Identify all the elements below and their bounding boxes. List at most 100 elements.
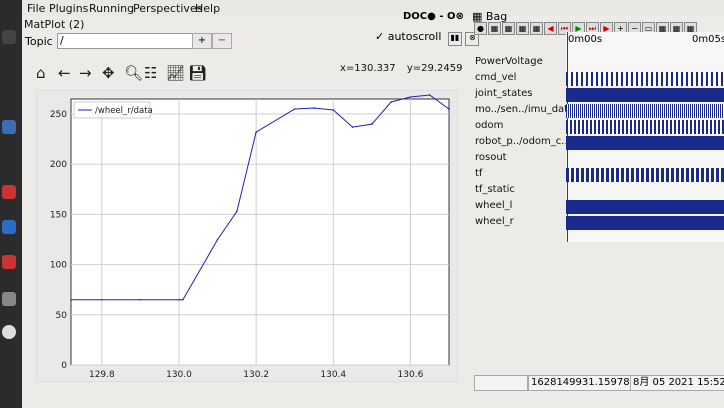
data-point [70, 298, 72, 301]
timeline-end: 0m05s [692, 34, 724, 45]
disc-icon[interactable] [2, 325, 16, 339]
message-row [566, 72, 724, 86]
bag-icon[interactable]: ▦ [488, 22, 501, 35]
coord-y: y=29.2459 [406, 63, 463, 74]
data-point [293, 108, 296, 110]
y-tick-label: 50 [56, 311, 68, 321]
bag-icon[interactable]: ▦ [530, 22, 543, 35]
plot-area[interactable] [70, 98, 450, 366]
y-tick-label: 250 [50, 110, 67, 120]
data-point [351, 126, 354, 128]
data-point [236, 210, 238, 213]
topic-label[interactable]: cmd_vel [475, 72, 516, 83]
message-row [566, 136, 724, 150]
matplot-window-controls[interactable]: DOC● - O⊗ [403, 11, 464, 22]
home-icon[interactable]: ⌂ [36, 64, 46, 82]
app-grid-icon[interactable] [2, 292, 16, 306]
message-row [566, 200, 724, 214]
topic-label[interactable]: wheel_l [475, 200, 512, 211]
data-point [332, 109, 335, 111]
x-tick-label: 130.6 [398, 370, 424, 380]
message-row-rosout [566, 152, 724, 166]
message-row-tf-static [566, 184, 724, 198]
data-point [313, 107, 315, 109]
y-tick-label: 150 [50, 210, 67, 220]
menu-file[interactable]: File [27, 2, 45, 15]
configure-subplots-icon[interactable]: ☷ [144, 64, 157, 82]
save-icon[interactable]: 💾︎ [188, 64, 207, 82]
bag-icon[interactable]: ▦ [502, 22, 515, 35]
step-back-icon[interactable]: ◀ [544, 22, 557, 35]
app-icon[interactable] [2, 30, 16, 44]
legend-label: /wheel_r/data [95, 106, 153, 116]
data-point [178, 298, 180, 301]
remove-topic-button[interactable]: − [212, 33, 232, 49]
data-point [409, 96, 412, 98]
plot-frame: 129.8 130.0 130.2 130.4 130.6 0 50 100 150 200 250… [36, 90, 458, 382]
data-point [182, 298, 184, 301]
topic-label[interactable]: mo../sen../imu_data [475, 104, 574, 115]
matplot-title: MatPlot (2) [24, 18, 85, 31]
date-field: 8月 05 2021 15:52:11. [630, 375, 724, 391]
coord-x: x=130.337 [340, 63, 396, 74]
bag-timeline[interactable]: 0m00s 0m05s [566, 32, 724, 242]
line-chart[interactable]: 129.8 130.0 130.2 130.4 130.6 0 50 100 150 200 250… [37, 91, 457, 381]
message-row [566, 120, 724, 134]
menu-help[interactable]: Help [195, 2, 220, 15]
data-point [371, 123, 373, 125]
x-tick-label: 130.2 [243, 370, 269, 380]
data-point [139, 298, 142, 301]
bag-icon[interactable]: ▦ [516, 22, 529, 35]
bag-status-bar: 1628149931.1597859 8月 05 2021 15:52:11. [474, 375, 724, 391]
data-point [101, 298, 103, 301]
forward-icon[interactable]: → [79, 64, 92, 82]
status-field [474, 375, 528, 391]
data-point [390, 101, 392, 103]
add-topic-button[interactable]: + [192, 33, 212, 49]
autoscroll-toggle[interactable]: ✓ autoscroll ▮▮ ⊗ [375, 30, 480, 46]
topic-label[interactable]: robot_p../odom_c.. [475, 136, 568, 147]
message-row [566, 104, 724, 118]
record-icon[interactable]: ● [474, 22, 487, 35]
app-icon[interactable] [2, 220, 16, 234]
desktop: File Plugins Running Perspectives Help M… [0, 0, 724, 408]
x-tick-label: 130.4 [320, 370, 346, 380]
timeline-start: 0m00s [568, 34, 603, 45]
data-point [448, 108, 450, 110]
cursor-coords: x=130.337 y=29.2459 [340, 63, 463, 74]
menu-plugins[interactable]: Plugins [49, 2, 88, 15]
topic-label[interactable]: odom [475, 120, 503, 131]
bag-panel: ▦ Bag ● ▦ ▦ ▦ ▦ ◀ ⏮ ▶ ⏭ ▶ + − ▭ ▦ ▦ ▦ Po… [472, 10, 724, 408]
app-icon[interactable] [2, 120, 16, 134]
menu-perspectives[interactable]: Perspectives [133, 2, 202, 15]
topic-label[interactable]: rosout [475, 152, 507, 163]
x-tick-label: 129.8 [89, 370, 115, 380]
y-tick-label: 200 [50, 160, 67, 170]
app-icon[interactable] [2, 185, 16, 199]
message-row [566, 216, 724, 230]
zoom-icon[interactable]: 🔍︎ [124, 64, 143, 82]
menu-running[interactable]: Running [89, 2, 134, 15]
pan-icon[interactable]: ✥ [102, 64, 115, 82]
edit-axes-icon[interactable]: 📈︎ [166, 64, 185, 82]
message-row [566, 168, 724, 182]
data-point [255, 131, 257, 133]
message-row [566, 88, 724, 102]
data-point [216, 238, 219, 241]
back-icon[interactable]: ← [58, 64, 71, 82]
topic-label[interactable]: PowerVoltage [475, 56, 543, 67]
timestamp-field: 1628149931.1597859 [528, 375, 642, 391]
topic-label: Topic [25, 35, 53, 48]
topic-label[interactable]: wheel_r [475, 216, 514, 227]
autoscroll-label: autoscroll [387, 30, 442, 43]
topic-label[interactable]: tf_static [475, 184, 515, 195]
topic-label[interactable]: joint_states [475, 88, 532, 99]
dock [0, 0, 22, 408]
data-point [428, 94, 431, 96]
play-pause-icon[interactable]: ▮▮ [447, 32, 462, 46]
app-icon[interactable] [2, 255, 16, 269]
y-tick-label: 0 [61, 361, 67, 371]
y-tick-label: 100 [50, 261, 67, 271]
checkbox-icon[interactable]: ✓ [375, 30, 384, 43]
topic-label[interactable]: tf [475, 168, 482, 179]
